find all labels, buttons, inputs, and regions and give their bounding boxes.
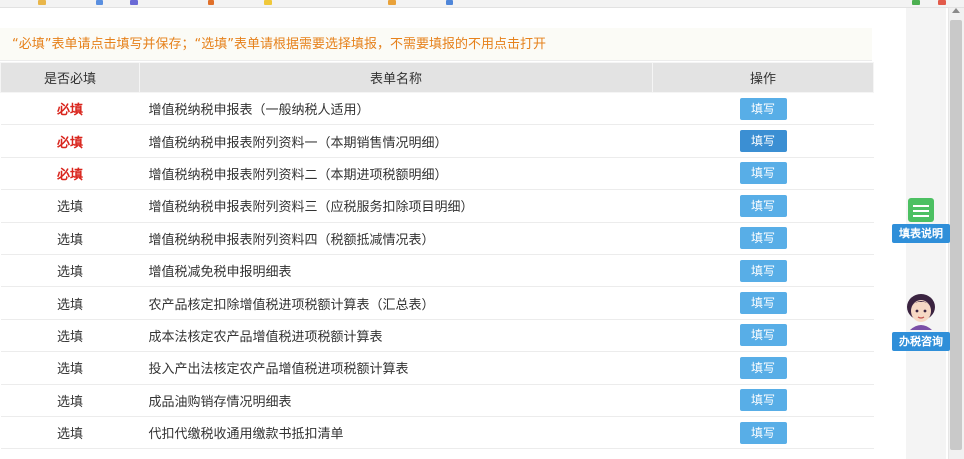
instruction-notice: “必填”表单请点击填写并保存；“选填”表单请根据需要选择填报，不需要填报的不用点…: [0, 28, 872, 61]
toolbar-icon[interactable]: [912, 0, 920, 5]
action-cell: 填写: [652, 384, 874, 417]
form-name: 增值税减免税申报明细表: [139, 254, 653, 288]
required-status: 选填: [0, 384, 140, 417]
form-name: 农产品核定扣除增值税进项税额计算表（汇总表）: [139, 286, 653, 320]
toolbar-icon[interactable]: [388, 0, 396, 5]
required-status: 选填: [0, 189, 140, 223]
required-status: 选填: [0, 319, 140, 353]
form-name: 成品油购销存情况明细表: [139, 384, 653, 417]
table-header-row: 是否必填 表单名称 操作: [0, 62, 874, 93]
action-cell: 填写: [652, 189, 874, 223]
required-status: 必填: [0, 92, 140, 126]
form-name: 增值税纳税申报表（一般纳税人适用）: [139, 92, 653, 126]
forms-table: 是否必填 表单名称 操作 必填 增值税纳税申报表（一般纳税人适用） 填写 必填 增值税纳…: [0, 62, 874, 450]
fill-button[interactable]: 填写: [739, 162, 787, 185]
form-name: 增值税纳税申报表附列资料三（应税服务扣除项目明细）: [139, 189, 653, 223]
fill-button[interactable]: 填写: [739, 356, 787, 379]
action-cell: 填写: [652, 319, 874, 353]
required-status: 必填: [0, 157, 140, 191]
tax-consult-widget[interactable]: 办税咨询: [892, 292, 950, 354]
required-status: 选填: [0, 222, 140, 255]
browser-toolbar-strip: [0, 0, 964, 8]
fill-button[interactable]: 填写: [739, 389, 787, 412]
form-help-widget[interactable]: 填表说明: [892, 198, 950, 244]
table-row: 选填 增值税纳税申报表附列资料四（税额抵减情况表） 填写: [0, 222, 874, 255]
header-required: 是否必填: [0, 62, 140, 93]
form-name: 成本法核定农产品增值税进项税额计算表: [139, 319, 653, 353]
action-cell: 填写: [652, 254, 874, 288]
fill-button[interactable]: 填写: [739, 421, 787, 444]
action-cell: 填写: [652, 124, 874, 158]
table-row: 选填 成本法核定农产品增值税进项税额计算表 填写: [0, 319, 874, 353]
table-row: 必填 增值税纳税申报表（一般纳税人适用） 填写: [0, 92, 874, 126]
required-status: 选填: [0, 254, 140, 288]
action-cell: 填写: [652, 222, 874, 255]
required-status: 选填: [0, 286, 140, 320]
form-name: 代扣代缴税收通用缴款书抵扣清单: [139, 416, 653, 450]
scroll-up-arrow-icon[interactable]: [952, 8, 960, 13]
table-row: 选填 增值税纳税申报表附列资料三（应税服务扣除项目明细） 填写: [0, 189, 874, 223]
fill-button[interactable]: 填写: [739, 194, 787, 217]
header-action: 操作: [652, 62, 874, 93]
table-row: 选填 代扣代缴税收通用缴款书抵扣清单 填写: [0, 416, 874, 450]
toolbar-icon[interactable]: [96, 0, 103, 5]
toolbar-icon[interactable]: [208, 0, 214, 5]
toolbar-icon[interactable]: [446, 0, 453, 5]
action-cell: 填写: [652, 286, 874, 320]
form-name: 增值税纳税申报表附列资料二（本期进项税额明细）: [139, 157, 653, 191]
table-row: 选填 增值税减免税申报明细表 填写: [0, 254, 874, 288]
fill-button[interactable]: 填写: [739, 227, 787, 250]
fill-button[interactable]: 填写: [739, 97, 787, 120]
form-name: 增值税纳税申报表附列资料四（税额抵减情况表）: [139, 222, 653, 255]
toolbar-icon[interactable]: [264, 0, 272, 5]
table-row: 选填 成品油购销存情况明细表 填写: [0, 384, 874, 417]
toolbar-icon[interactable]: [130, 0, 138, 5]
action-cell: 填写: [652, 416, 874, 450]
form-name: 投入产出法核定农产品增值税进项税额计算表: [139, 351, 653, 385]
required-status: 选填: [0, 416, 140, 450]
fill-button[interactable]: 填写: [739, 130, 787, 153]
fill-button[interactable]: 填写: [739, 324, 787, 347]
action-cell: 填写: [652, 92, 874, 126]
form-name: 增值税纳税申报表附列资料一（本期销售情况明细）: [139, 124, 653, 158]
header-form-name: 表单名称: [139, 62, 653, 93]
required-status: 选填: [0, 351, 140, 385]
table-row: 选填 农产品核定扣除增值税进项税额计算表（汇总表） 填写: [0, 286, 874, 320]
action-cell: 填写: [652, 157, 874, 191]
table-row: 选填 投入产出法核定农产品增值税进项税额计算表 填写: [0, 351, 874, 385]
toolbar-icon[interactable]: [38, 0, 46, 5]
table-row: 必填 增值税纳税申报表附列资料一（本期销售情况明细） 填写: [0, 124, 874, 158]
toolbar-icon[interactable]: [938, 0, 946, 5]
form-help-label[interactable]: 填表说明: [892, 224, 950, 243]
document-icon: [908, 198, 934, 222]
tax-consult-label[interactable]: 办税咨询: [892, 332, 950, 351]
required-status: 必填: [0, 124, 140, 158]
fill-button[interactable]: 填写: [739, 259, 787, 282]
scrollbar-thumb[interactable]: [950, 20, 962, 450]
action-cell: 填写: [652, 351, 874, 385]
table-row: 必填 增值税纳税申报表附列资料二（本期进项税额明细） 填写: [0, 157, 874, 191]
fill-button[interactable]: 填写: [739, 292, 787, 315]
advisor-avatar-icon: [907, 294, 935, 330]
